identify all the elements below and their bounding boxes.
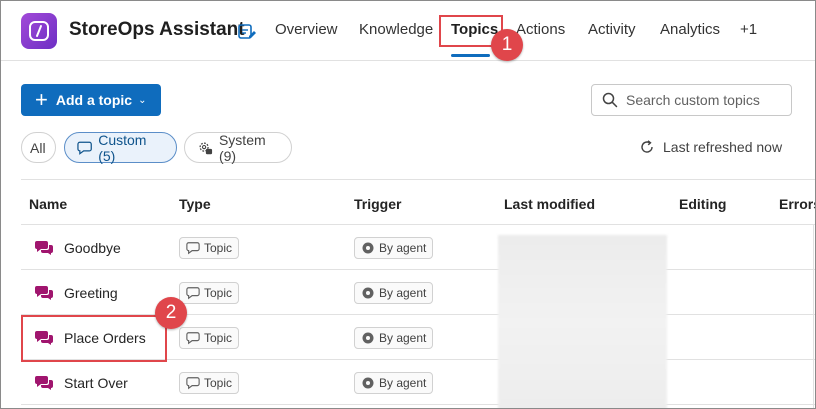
trigger-chip: By agent xyxy=(354,281,434,304)
topic-name[interactable]: Greeting xyxy=(64,285,118,301)
chat-bubble-icon xyxy=(186,286,200,299)
trigger-label: By agent xyxy=(379,330,427,345)
add-topic-button[interactable]: + Add a topic ⌄ xyxy=(21,84,161,116)
topic-name-cell[interactable]: Goodbye xyxy=(21,225,121,270)
edit-details-icon[interactable] xyxy=(237,21,257,41)
agent-gear-icon xyxy=(362,332,374,343)
filter-system-label: System (9) xyxy=(218,131,266,164)
active-tab-indicator xyxy=(451,54,490,57)
trigger-cell: By agent xyxy=(354,270,434,315)
type-label: Topic xyxy=(204,330,233,345)
tab-analytics[interactable]: Analytics xyxy=(660,21,720,38)
tab-overview[interactable]: Overview xyxy=(275,21,338,38)
search-input[interactable] xyxy=(626,92,786,108)
table-row[interactable]: Greeting Topic By agent xyxy=(21,270,815,315)
agent-logo-icon xyxy=(21,13,57,49)
type-cell: Topic xyxy=(179,315,240,360)
tab-activity[interactable]: Activity xyxy=(588,21,636,38)
filter-system[interactable]: System (9) xyxy=(184,131,292,164)
column-divider xyxy=(813,225,814,408)
agent-gear-icon xyxy=(362,287,374,298)
trigger-cell: By agent xyxy=(354,315,434,360)
agent-gear-icon xyxy=(362,377,374,388)
type-chip: Topic xyxy=(179,326,240,349)
col-name[interactable]: Name xyxy=(29,196,67,212)
search-box[interactable] xyxy=(591,84,792,116)
filter-all-label: All xyxy=(30,139,46,156)
step-badge-1: 1 xyxy=(491,29,523,61)
trigger-chip: By agent xyxy=(354,326,434,349)
type-chip: Topic xyxy=(179,281,240,304)
type-label: Topic xyxy=(204,240,233,255)
col-type[interactable]: Type xyxy=(179,196,211,212)
type-chip: Topic xyxy=(179,236,240,259)
filter-custom[interactable]: Custom (5) xyxy=(64,131,177,164)
agent-title: StoreOps Assistant xyxy=(69,19,245,40)
refresh-icon xyxy=(641,140,653,153)
topic-chat-icon xyxy=(35,375,53,390)
table-row[interactable]: Goodbye Topic By agent xyxy=(21,225,815,270)
search-icon xyxy=(602,92,618,108)
trigger-label: By agent xyxy=(379,375,427,390)
topic-name[interactable]: Start Over xyxy=(64,375,128,391)
trigger-chip: By agent xyxy=(354,371,434,394)
chat-bubble-icon xyxy=(77,141,92,155)
topic-name-cell[interactable]: Start Over xyxy=(21,360,128,405)
trigger-chip: By agent xyxy=(354,236,434,259)
chat-bubble-icon xyxy=(186,241,200,254)
app-window: StoreOps Assistant Overview Knowledge To… xyxy=(0,0,816,409)
type-cell: Topic xyxy=(179,360,240,405)
step-badge-2: 2 xyxy=(155,297,187,329)
type-cell: Topic xyxy=(179,225,240,270)
type-label: Topic xyxy=(204,375,233,390)
chat-bubble-icon xyxy=(186,376,200,389)
tab-actions[interactable]: Actions xyxy=(516,21,565,38)
col-editing[interactable]: Editing xyxy=(679,196,726,212)
system-gear-icon xyxy=(199,141,213,154)
trigger-label: By agent xyxy=(379,240,427,255)
topic-chat-icon xyxy=(35,285,53,300)
topic-chat-icon xyxy=(35,240,53,255)
highlight-place-orders xyxy=(21,315,167,362)
table-row[interactable]: Start Over Topic By agent xyxy=(21,360,815,405)
topic-name-cell[interactable]: Greeting xyxy=(21,270,118,315)
top-header: StoreOps Assistant Overview Knowledge To… xyxy=(1,1,815,61)
col-errors[interactable]: Errors xyxy=(779,196,815,212)
agent-gear-icon xyxy=(362,242,374,253)
add-topic-label: Add a topic xyxy=(55,92,133,108)
chevron-down-icon: ⌄ xyxy=(138,94,147,106)
table-header: Name Type Trigger Last modified Editing … xyxy=(21,179,815,225)
plus-icon: + xyxy=(35,87,48,112)
trigger-cell: By agent xyxy=(354,225,434,270)
type-chip: Topic xyxy=(179,371,240,394)
filter-all[interactable]: All xyxy=(21,132,56,163)
chat-bubble-icon xyxy=(186,331,200,344)
filter-custom-label: Custom (5) xyxy=(98,131,147,164)
col-trigger[interactable]: Trigger xyxy=(354,196,401,212)
refresh-button[interactable]: Last refreshed now xyxy=(639,139,782,155)
trigger-label: By agent xyxy=(379,285,427,300)
topic-name[interactable]: Goodbye xyxy=(64,240,121,256)
tab-knowledge[interactable]: Knowledge xyxy=(359,21,433,38)
tab-more[interactable]: +1 xyxy=(740,21,757,38)
type-cell: Topic xyxy=(179,270,240,315)
trigger-cell: By agent xyxy=(354,360,434,405)
redacted-last-modified xyxy=(498,235,667,408)
topics-table: Name Type Trigger Last modified Editing … xyxy=(21,179,815,405)
col-last-modified[interactable]: Last modified xyxy=(504,196,595,212)
type-label: Topic xyxy=(204,285,233,300)
refresh-label: Last refreshed now xyxy=(663,139,783,155)
